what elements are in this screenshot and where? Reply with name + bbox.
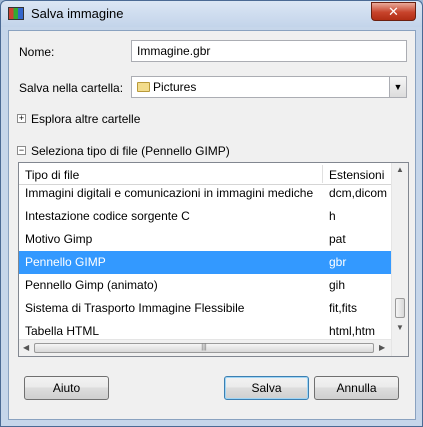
list-item[interactable]: Immagini digitali e comunicazioni in imm… xyxy=(19,182,391,205)
gimp-app-icon xyxy=(8,7,24,20)
save-button[interactable]: Salva xyxy=(224,376,309,400)
dialog-body: Nome: Salva nella cartella: Pictures ▼ +… xyxy=(8,30,416,420)
plus-icon[interactable]: + xyxy=(17,114,26,123)
minus-icon[interactable]: − xyxy=(17,146,26,155)
list-item[interactable]: Sistema di Trasporto Immagine Flessibile… xyxy=(19,297,391,320)
column-header-extensions[interactable]: Estensioni xyxy=(329,168,384,182)
cancel-button[interactable]: Annulla xyxy=(314,376,399,400)
folder-label: Salva nella cartella: xyxy=(19,81,124,95)
folder-value: Pictures xyxy=(153,80,197,94)
list-item[interactable]: Pennello Gimp (animato) gih xyxy=(19,274,391,297)
column-header-type[interactable]: Tipo di file xyxy=(25,168,79,182)
horizontal-scroll-thumb[interactable]: ||| xyxy=(34,343,374,353)
scroll-left-icon[interactable]: ◀ xyxy=(23,343,29,352)
folder-icon xyxy=(137,82,150,92)
title-bar[interactable]: Salva immagine ✕ xyxy=(1,1,422,27)
window-title: Salva immagine xyxy=(31,6,124,21)
scroll-up-icon[interactable]: ▲ xyxy=(396,165,404,174)
save-image-dialog: Salva immagine ✕ Nome: Salva nella carte… xyxy=(0,0,423,427)
list-item[interactable]: Intestazione codice sorgente C h xyxy=(19,205,391,228)
name-label: Nome: xyxy=(19,45,55,59)
close-button[interactable]: ✕ xyxy=(371,2,416,21)
chevron-down-icon[interactable]: ▼ xyxy=(389,77,406,97)
column-divider[interactable] xyxy=(322,165,323,183)
vertical-scroll-thumb[interactable] xyxy=(395,298,405,318)
filetype-list[interactable]: Tipo di file Estensioni Immagini digital… xyxy=(18,162,409,357)
list-item[interactable]: Motivo Gimp pat xyxy=(19,228,391,251)
scroll-down-icon[interactable]: ▼ xyxy=(396,323,404,332)
browse-folders-label[interactable]: Esplora altre cartelle xyxy=(31,112,140,126)
vertical-scrollbar[interactable]: ▲ ▼ xyxy=(391,163,408,356)
folder-combobox[interactable]: Pictures ▼ xyxy=(131,76,407,98)
select-filetype-label[interactable]: Seleziona tipo di file (Pennello GIMP) xyxy=(31,144,230,158)
horizontal-scrollbar[interactable]: ◀ ||| ▶ xyxy=(19,339,391,356)
help-button[interactable]: Aiuto xyxy=(24,376,109,400)
filename-input[interactable] xyxy=(131,40,407,62)
list-item-selected[interactable]: Pennello GIMP gbr xyxy=(19,251,391,274)
scroll-right-icon[interactable]: ▶ xyxy=(379,343,385,352)
